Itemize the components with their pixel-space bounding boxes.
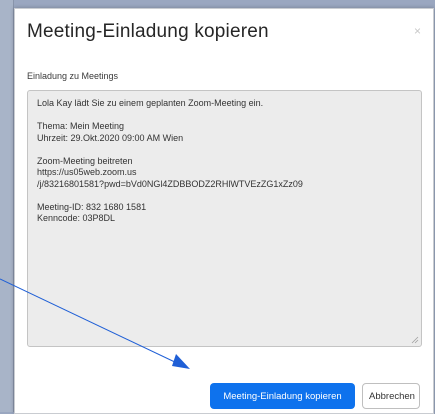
invitation-line: Meeting-ID: 832 1680 1581 xyxy=(37,201,147,212)
copy-invitation-button[interactable]: Meeting-Einladung kopieren xyxy=(210,383,355,409)
invitation-line: Kenncode: 03P8DL xyxy=(37,213,116,223)
close-icon[interactable]: × xyxy=(414,24,421,38)
invitation-line: /j/83216801581?pwd=bVd0NGl4ZDBBODZ2RHlWT… xyxy=(37,178,303,189)
copy-invitation-dialog: Meeting-Einladung kopieren × Einladung z… xyxy=(14,8,434,414)
dialog-title: Meeting-Einladung kopieren xyxy=(27,21,269,42)
invitation-textarea[interactable]: Lola Kay lädt Sie zu einem geplanten Zoo… xyxy=(27,90,422,347)
invitation-line: Zoom-Meeting beitreten xyxy=(37,155,133,166)
invitation-line: Thema: Mein Meeting xyxy=(37,121,125,131)
invitation-section-label: Einladung zu Meetings xyxy=(27,71,119,81)
resize-grip-icon[interactable] xyxy=(411,336,419,344)
background-window-edge xyxy=(0,0,14,412)
invitation-line: Lola Kay lädt Sie zu einem geplanten Zoo… xyxy=(37,98,264,108)
invitation-line: https://us05web.zoom.us xyxy=(37,167,137,177)
cancel-button[interactable]: Abbrechen xyxy=(362,383,420,409)
invitation-line: Uhrzeit: 29.Okt.2020 09:00 AM Wien xyxy=(37,132,184,143)
